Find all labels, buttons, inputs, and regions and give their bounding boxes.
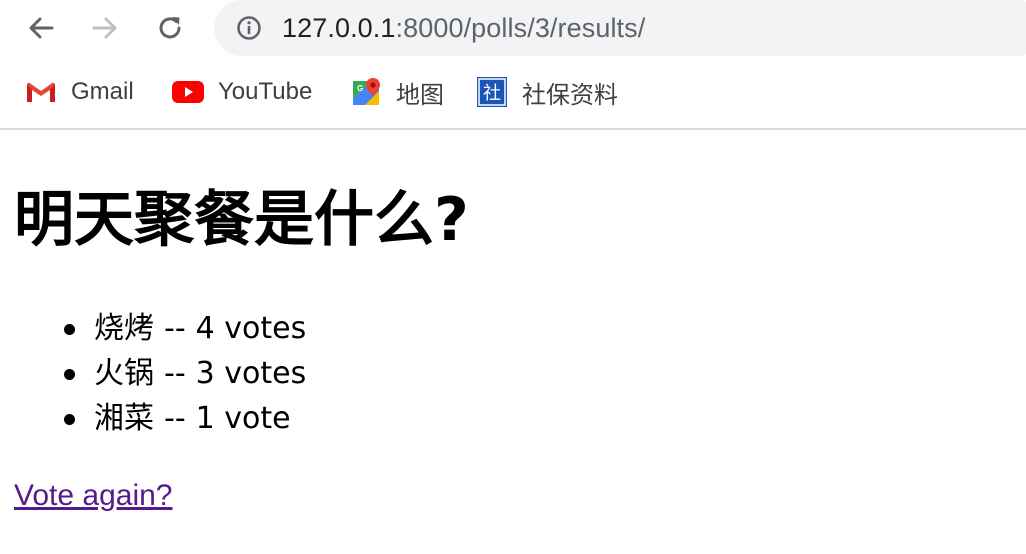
bookmark-label: YouTube xyxy=(218,78,313,105)
reload-button[interactable] xyxy=(152,10,188,46)
shebao-icon-glyph: 社 xyxy=(483,83,501,104)
browser-toolbar: 127.0.0.1:8000/polls/3/results/ xyxy=(0,0,1026,58)
svg-text:G: G xyxy=(357,84,363,93)
question-title: 明天聚餐是什么? xyxy=(14,185,469,255)
bookmark-youtube[interactable]: YouTube xyxy=(172,75,312,109)
separator: -- xyxy=(164,311,186,346)
shebao-icon: 社 xyxy=(476,76,508,108)
results-list: 烧烤 -- 4 votes 火锅 -- 3 votes 湘菜 -- 1 vote xyxy=(0,306,306,441)
page-content: 明天聚餐是什么? 烧烤 -- 4 votes 火锅 -- 3 votes 湘菜 -- 1 v… xyxy=(0,130,1026,554)
url-host: 127.0.0.1 xyxy=(282,13,396,43)
youtube-icon xyxy=(172,76,204,108)
vote-count: 4 votes xyxy=(195,311,307,346)
info-icon[interactable] xyxy=(236,15,262,41)
vote-count: 1 vote xyxy=(195,401,291,436)
bookmark-label: Gmail xyxy=(71,78,134,105)
back-button[interactable] xyxy=(23,10,59,46)
choice-text: 烧烤 xyxy=(94,311,154,346)
choice-text: 火锅 xyxy=(94,356,154,391)
bullet-icon xyxy=(64,324,75,335)
bookmark-gmail[interactable]: Gmail xyxy=(25,75,134,109)
bookmarks-bar: Gmail YouTube G 地图 社 社保资料 xyxy=(0,58,1026,130)
arrow-left-icon xyxy=(29,17,54,39)
result-item: 烧烤 -- 4 votes xyxy=(64,306,307,351)
gmail-icon xyxy=(25,76,57,108)
bookmark-label: 地图 xyxy=(396,81,444,109)
bullet-icon xyxy=(64,369,75,380)
result-item: 湘菜 -- 1 vote xyxy=(64,396,306,441)
reload-icon xyxy=(159,17,181,39)
arrow-right-icon xyxy=(92,17,117,39)
vote-again-link[interactable]: Vote again? xyxy=(14,476,172,516)
bookmark-maps[interactable]: G 地图 xyxy=(350,75,444,109)
bookmark-label: 社保资料 xyxy=(522,81,618,109)
forward-button[interactable] xyxy=(87,10,123,46)
separator: -- xyxy=(164,356,186,391)
maps-icon: G xyxy=(350,76,382,108)
choice-text: 湘菜 xyxy=(94,401,154,436)
url-path: :8000/polls/3/results/ xyxy=(395,13,646,43)
vote-count: 3 votes xyxy=(195,356,307,391)
separator: -- xyxy=(164,401,186,436)
address-bar[interactable]: 127.0.0.1:8000/polls/3/results/ xyxy=(214,0,1026,56)
bookmark-shebao[interactable]: 社 社保资料 xyxy=(476,75,618,109)
url-text[interactable]: 127.0.0.1:8000/polls/3/results/ xyxy=(282,12,645,44)
bullet-icon xyxy=(64,414,75,425)
result-item: 火锅 -- 3 votes xyxy=(64,351,307,396)
